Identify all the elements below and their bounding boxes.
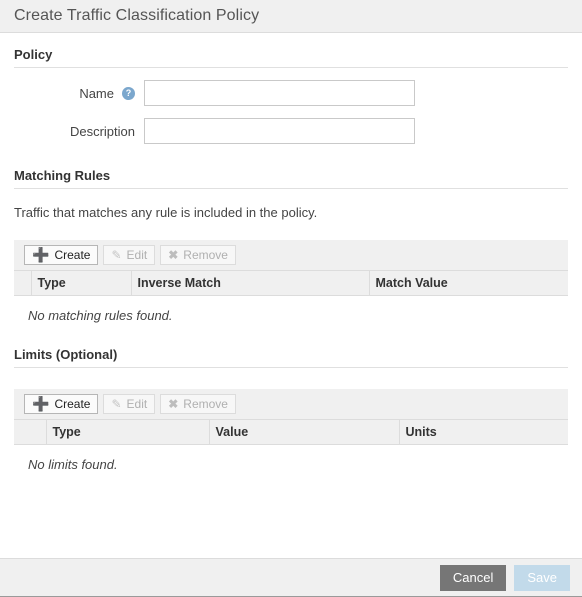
matching-rules-section-heading: Matching Rules xyxy=(14,156,568,189)
plus-icon: ➕ xyxy=(32,395,50,412)
limits-edit-button[interactable]: ✎ Edit xyxy=(103,394,156,414)
matching-rules-header-row: Type Inverse Match Match Value xyxy=(14,270,568,296)
save-button[interactable]: Save xyxy=(514,564,570,591)
policy-section-heading: Policy xyxy=(14,33,568,68)
dialog-footer: Cancel Save xyxy=(0,558,582,597)
matching-rules-empty-message: No matching rules found. xyxy=(28,308,173,323)
matching-rules-toolbar: ➕ Create ✎ Edit ✖ Remove xyxy=(14,240,568,270)
matching-rules-create-label: Create xyxy=(54,248,91,262)
help-circle-icon[interactable]: ? xyxy=(122,86,135,100)
plus-icon: ➕ xyxy=(32,246,50,263)
matching-rules-col-select[interactable] xyxy=(14,270,32,296)
matching-rules-edit-label: Edit xyxy=(126,248,148,262)
name-input[interactable] xyxy=(144,80,415,106)
dialog-body: Policy Name ? Description Matching Rules… xyxy=(0,33,582,558)
policy-form: Name ? Description xyxy=(14,68,568,144)
matching-rules-table-block: Type Inverse Match Match Value No matchi… xyxy=(14,270,568,323)
matching-rules-col-type[interactable]: Type xyxy=(31,270,132,296)
form-row-description: Description xyxy=(14,118,568,144)
limits-table-block: Type Value Units No limits found. xyxy=(14,419,568,472)
limits-section-heading: Limits (Optional) xyxy=(14,323,568,368)
description-label-group: Description xyxy=(14,124,144,139)
dialog-titlebar: Create Traffic Classification Policy xyxy=(0,0,582,33)
limits-create-button[interactable]: ➕ Create xyxy=(24,394,99,414)
limits-create-label: Create xyxy=(54,397,91,411)
dialog-title: Create Traffic Classification Policy xyxy=(14,7,260,24)
matching-rules-col-match-value[interactable]: Match Value xyxy=(369,270,568,296)
matching-rules-table: Type Inverse Match Match Value xyxy=(14,270,568,296)
create-traffic-classification-policy-dialog: Create Traffic Classification Policy Pol… xyxy=(0,0,582,597)
limits-col-units[interactable]: Units xyxy=(399,419,568,445)
matching-rules-edit-button[interactable]: ✎ Edit xyxy=(103,245,156,265)
matching-rules-remove-button[interactable]: ✖ Remove xyxy=(160,245,236,265)
limits-remove-label: Remove xyxy=(183,397,228,411)
form-row-name: Name ? xyxy=(14,80,568,106)
limits-edit-label: Edit xyxy=(126,397,148,411)
limits-empty-message: No limits found. xyxy=(28,457,118,472)
limits-col-type[interactable]: Type xyxy=(46,419,210,445)
matching-rules-helper-text: Traffic that matches any rule is include… xyxy=(14,205,318,220)
pencil-icon: ✎ xyxy=(111,248,122,262)
limits-header-row: Type Value Units xyxy=(14,419,568,445)
limits-table: Type Value Units xyxy=(14,419,568,445)
cross-icon: ✖ xyxy=(168,248,179,262)
limits-col-value[interactable]: Value xyxy=(209,419,400,445)
matching-rules-col-inverse-match[interactable]: Inverse Match xyxy=(131,270,370,296)
limits-remove-button[interactable]: ✖ Remove xyxy=(160,394,236,414)
description-input[interactable] xyxy=(144,118,415,144)
name-label: Name xyxy=(79,85,114,101)
cancel-button[interactable]: Cancel xyxy=(439,564,507,591)
cross-icon: ✖ xyxy=(168,397,179,411)
matching-rules-create-button[interactable]: ➕ Create xyxy=(24,245,99,265)
matching-rules-remove-label: Remove xyxy=(183,248,228,262)
name-label-group: Name ? xyxy=(14,86,144,101)
description-label: Description xyxy=(69,123,135,139)
limits-toolbar: ➕ Create ✎ Edit ✖ Remove xyxy=(14,389,568,419)
limits-col-select[interactable] xyxy=(14,419,47,445)
pencil-icon: ✎ xyxy=(111,397,122,411)
